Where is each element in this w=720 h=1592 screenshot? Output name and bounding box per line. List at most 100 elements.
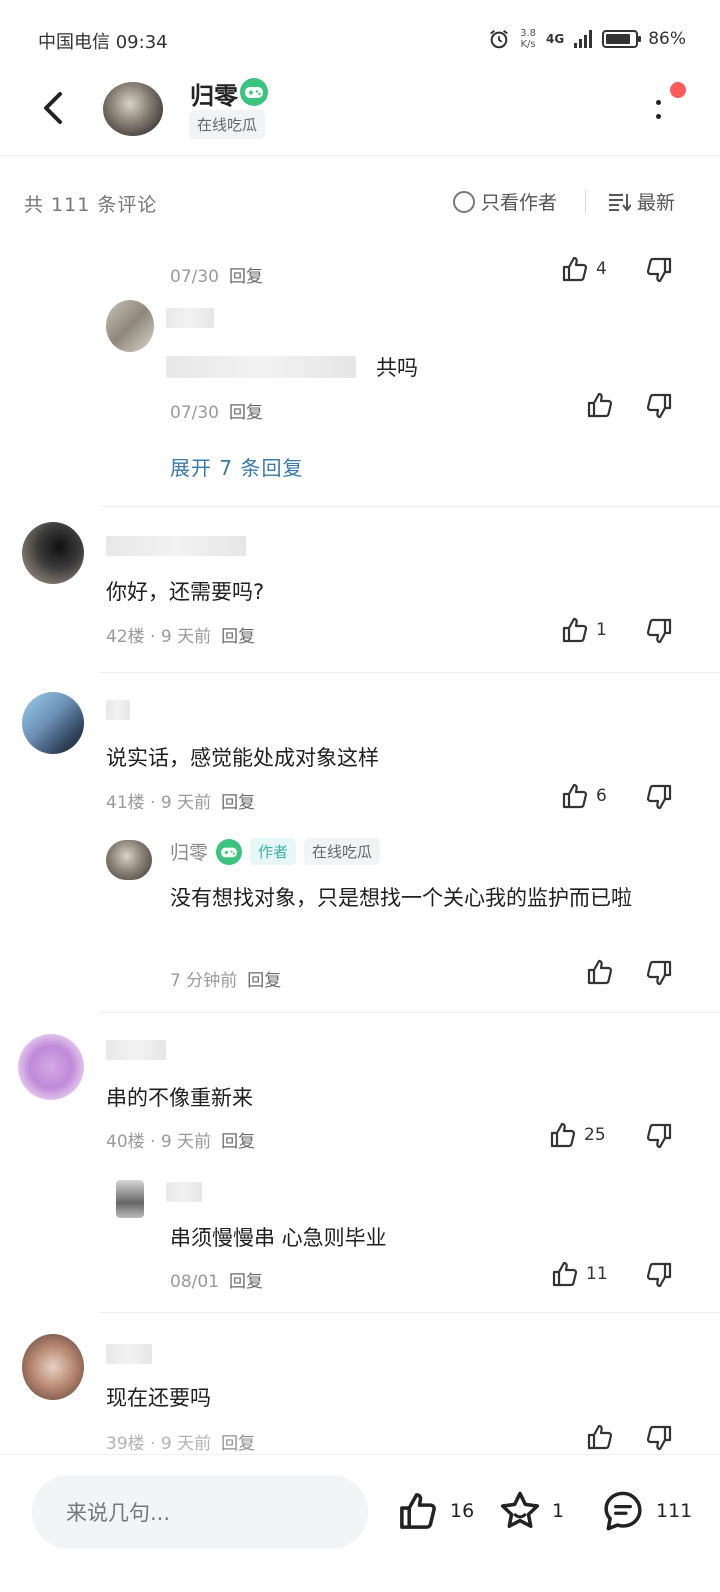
network-type: 4G bbox=[546, 32, 565, 46]
author-tag: 作者 bbox=[250, 838, 297, 865]
comments-button[interactable]: 111 bbox=[600, 1489, 692, 1533]
carrier-time: 中国电信 09:34 bbox=[38, 32, 168, 53]
avatar[interactable] bbox=[22, 522, 84, 584]
like-button[interactable] bbox=[585, 390, 615, 420]
bottom-bar: 来说几句... 16 1 111 bbox=[0, 1454, 720, 1592]
like-button[interactable]: 4 bbox=[560, 254, 607, 284]
network-speed: 3.8 K/s bbox=[520, 28, 536, 50]
favorite-button[interactable]: 1 bbox=[498, 1489, 564, 1533]
reply-time: 07/30 bbox=[170, 403, 219, 423]
reply-time: 08/01 bbox=[170, 1272, 219, 1292]
reply-text: 共吗 bbox=[376, 356, 418, 380]
alarm-icon bbox=[490, 29, 508, 49]
comment-meta: 40楼 · 9 天前 回复 bbox=[106, 1127, 255, 1152]
like-count: 11 bbox=[586, 1264, 608, 1284]
reply-username[interactable]: 归零 bbox=[170, 838, 208, 865]
thumb-up-icon bbox=[550, 1122, 576, 1148]
sort-label: 最新 bbox=[637, 192, 676, 214]
reply-time: 7 分钟前 bbox=[170, 971, 238, 991]
like-button[interactable]: 25 bbox=[548, 1120, 606, 1150]
thumb-down-icon[interactable] bbox=[644, 958, 674, 988]
avatar[interactable] bbox=[22, 692, 84, 754]
avatar[interactable] bbox=[22, 1334, 84, 1400]
thumb-up-icon bbox=[562, 256, 588, 282]
avatar[interactable] bbox=[103, 82, 163, 136]
blurred-username bbox=[166, 308, 214, 328]
expand-replies-link[interactable]: 展开 7 条回复 bbox=[170, 452, 303, 481]
thumb-down-icon[interactable] bbox=[644, 255, 674, 285]
header: 归零 在线吃瓜 bbox=[0, 72, 720, 156]
blurred-username bbox=[166, 1182, 202, 1202]
notification-dot bbox=[670, 82, 686, 98]
thumb-up-icon bbox=[400, 1493, 436, 1529]
radio-icon bbox=[453, 190, 475, 213]
reply-button[interactable]: 回复 bbox=[247, 971, 281, 991]
gamepad-badge-icon bbox=[240, 78, 268, 106]
avatar[interactable] bbox=[106, 840, 152, 880]
like-count: 1 bbox=[596, 620, 607, 640]
comment-text: 说实话，感觉能处成对象这样 bbox=[106, 746, 379, 770]
reply-button[interactable]: 回复 bbox=[229, 1272, 263, 1292]
reply-button[interactable]: 回复 bbox=[221, 793, 255, 813]
like-button[interactable]: 1 bbox=[560, 615, 607, 645]
reply-text: 没有想找对象，只是想找一个关心我的监护而已啦 bbox=[170, 886, 632, 910]
only-author-label: 只看作者 bbox=[481, 192, 558, 214]
post-like-count: 16 bbox=[450, 1500, 475, 1522]
like-button[interactable] bbox=[585, 957, 615, 987]
reply-button[interactable]: 回复 bbox=[229, 403, 263, 423]
blurred-username bbox=[106, 1040, 166, 1060]
thumb-down-icon[interactable] bbox=[644, 782, 674, 812]
thumb-up-icon bbox=[587, 1424, 613, 1450]
avatar[interactable] bbox=[116, 1180, 144, 1218]
like-button[interactable]: 6 bbox=[560, 781, 607, 811]
thumb-down-icon[interactable] bbox=[644, 391, 674, 421]
floor-time: 40楼 · 9 天前 bbox=[106, 1132, 212, 1152]
status-tag: 在线吃瓜 bbox=[304, 838, 381, 865]
thumb-up-icon bbox=[562, 617, 588, 643]
reply-button[interactable]: 回复 bbox=[229, 267, 263, 287]
reply-header: 归零 作者 在线吃瓜 bbox=[170, 838, 381, 865]
status-tag: 在线吃瓜 bbox=[189, 110, 266, 139]
comment-count: 共 111 条评论 bbox=[24, 194, 158, 216]
thumb-down-icon[interactable] bbox=[644, 1423, 674, 1453]
reply-button[interactable]: 回复 bbox=[221, 1434, 255, 1454]
divider bbox=[100, 672, 720, 673]
comment-input[interactable]: 来说几句... bbox=[32, 1475, 368, 1549]
thumb-up-icon bbox=[552, 1261, 578, 1287]
username[interactable]: 归零 bbox=[190, 76, 238, 111]
thumb-up-icon bbox=[587, 392, 613, 418]
avatar[interactable] bbox=[18, 1034, 84, 1100]
reply-button[interactable]: 回复 bbox=[221, 1132, 255, 1152]
comment-text: 现在还要吗 bbox=[106, 1386, 211, 1410]
thumb-down-icon[interactable] bbox=[644, 1260, 674, 1290]
status-bar: 中国电信 09:34 3.8 K/s 4G 86% bbox=[0, 0, 720, 80]
floor-time: 39楼 · 9 天前 bbox=[106, 1434, 212, 1454]
gamepad-badge-icon bbox=[216, 838, 243, 865]
like-count: 6 bbox=[596, 786, 607, 806]
reply-meta: 08/01 回复 bbox=[170, 1267, 263, 1292]
comment-bubble-icon bbox=[604, 1491, 642, 1531]
thumb-down-icon[interactable] bbox=[644, 616, 674, 646]
thumb-up-icon bbox=[587, 959, 613, 985]
more-icon[interactable] bbox=[650, 96, 670, 126]
like-button[interactable]: 11 bbox=[550, 1259, 608, 1289]
blurred-username bbox=[106, 1344, 152, 1364]
signal-icon bbox=[574, 30, 593, 48]
thumb-up-icon bbox=[562, 783, 588, 809]
like-button[interactable] bbox=[585, 1422, 615, 1452]
like-count: 25 bbox=[584, 1125, 606, 1145]
comment-toolbar: 共 111 条评论 只看作者 最新 bbox=[0, 170, 720, 234]
reply-meta: 07/30 回复 bbox=[170, 398, 263, 423]
divider bbox=[100, 1312, 720, 1313]
post-like-button[interactable]: 16 bbox=[396, 1489, 474, 1533]
reply-text: 串须慢慢串 心急则毕业 bbox=[170, 1226, 387, 1250]
reply-meta: 07/30 回复 bbox=[170, 262, 263, 287]
back-icon[interactable] bbox=[36, 88, 72, 128]
avatar[interactable] bbox=[106, 300, 154, 352]
reply-button[interactable]: 回复 bbox=[221, 627, 255, 647]
sort-button[interactable]: 最新 bbox=[607, 188, 675, 215]
thumb-down-icon[interactable] bbox=[644, 1121, 674, 1151]
reply-time: 07/30 bbox=[170, 267, 219, 287]
only-author-toggle[interactable]: 只看作者 bbox=[453, 188, 557, 215]
comment-meta: 39楼 · 9 天前 回复 bbox=[106, 1429, 255, 1454]
